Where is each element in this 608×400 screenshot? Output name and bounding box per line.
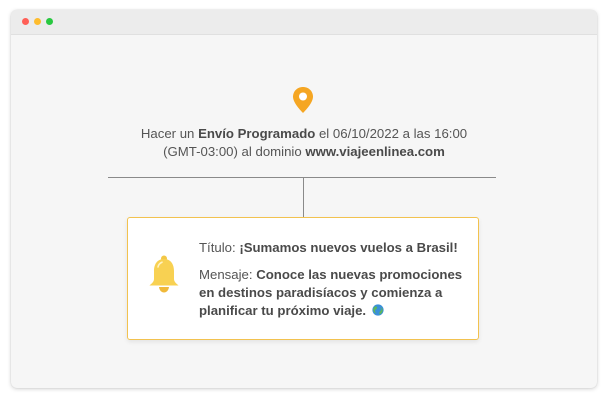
globe-icon [372,304,384,316]
notification-title-row: Título: ¡Sumamos nuevos vuelos a Brasil! [199,240,458,255]
flow-canvas: Hacer un Envío Programado el 06/10/2022 … [11,35,597,388]
window-titlebar [11,10,597,35]
event-date: 06/10/2022 [332,126,399,141]
event-timezone: (GMT-03:00) [163,144,238,159]
event-time: 16:00 [434,126,468,141]
location-pin-icon [293,87,313,113]
minimize-window-button[interactable] [34,18,41,25]
notification-card[interactable]: Título: ¡Sumamos nuevos vuelos a Brasil!… [127,217,479,340]
notification-title: ¡Sumamos nuevos vuelos a Brasil! [239,240,458,255]
event-text-time-intro: a las [398,126,435,141]
notification-message-row: Mensaje: Conoce las nuevas promociones e… [199,266,467,320]
title-label: Título: [199,240,240,255]
event-text-prefix: Hacer un [140,126,199,141]
event-text-domain-intro: al dominio [237,144,306,159]
scheduled-send-description: Hacer un Envío Programado el 06/10/2022 … [71,125,537,161]
maximize-window-button[interactable] [46,18,53,25]
browser-window: Hacer un Envío Programado el 06/10/2022 … [11,10,597,388]
event-domain: www.viajeenlinea.com [305,144,445,159]
connector-vertical-line [303,177,304,217]
event-text-date-intro: el [315,126,333,141]
bell-icon [149,255,179,293]
send-type: Envío Programado [198,126,316,141]
close-window-button[interactable] [22,18,29,25]
connector-horizontal-line [108,177,496,178]
message-label: Mensaje: [199,267,257,282]
